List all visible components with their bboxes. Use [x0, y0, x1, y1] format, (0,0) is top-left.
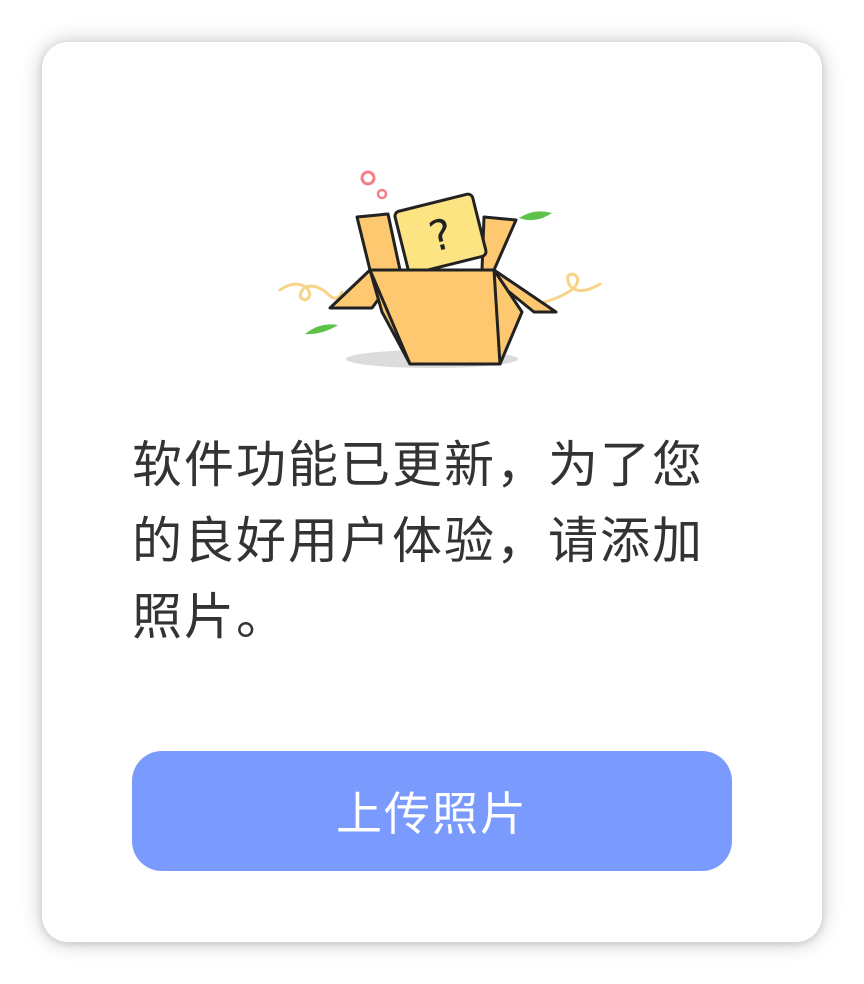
open-box-question-icon: ? [278, 170, 602, 368]
update-dialog: ? 软件功能已更新，为了您的良好用户体验，请添加照片。 上传照片 [42, 42, 822, 942]
update-message: 软件功能已更新，为了您的良好用户体验，请添加照片。 [132, 436, 704, 646]
upload-photo-button[interactable]: 上传照片 [132, 751, 732, 871]
